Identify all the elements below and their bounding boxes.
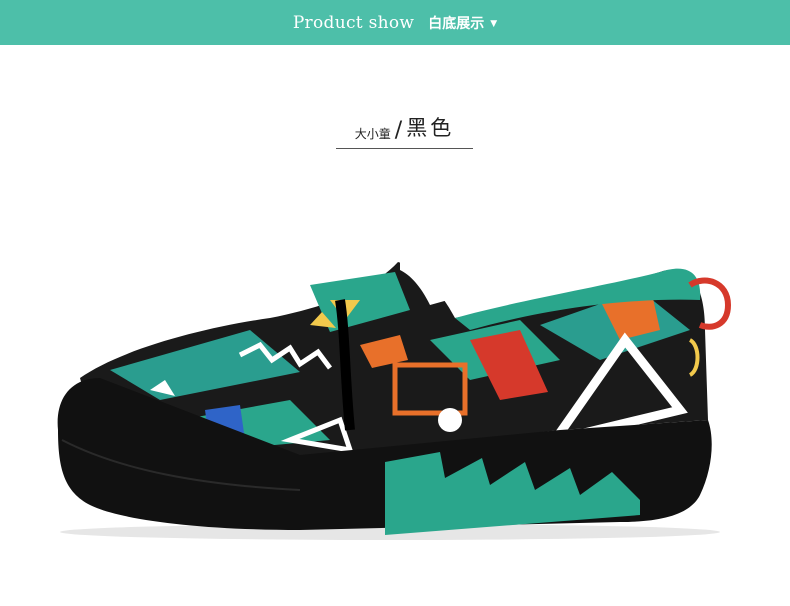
shoe-photo [57, 260, 732, 540]
